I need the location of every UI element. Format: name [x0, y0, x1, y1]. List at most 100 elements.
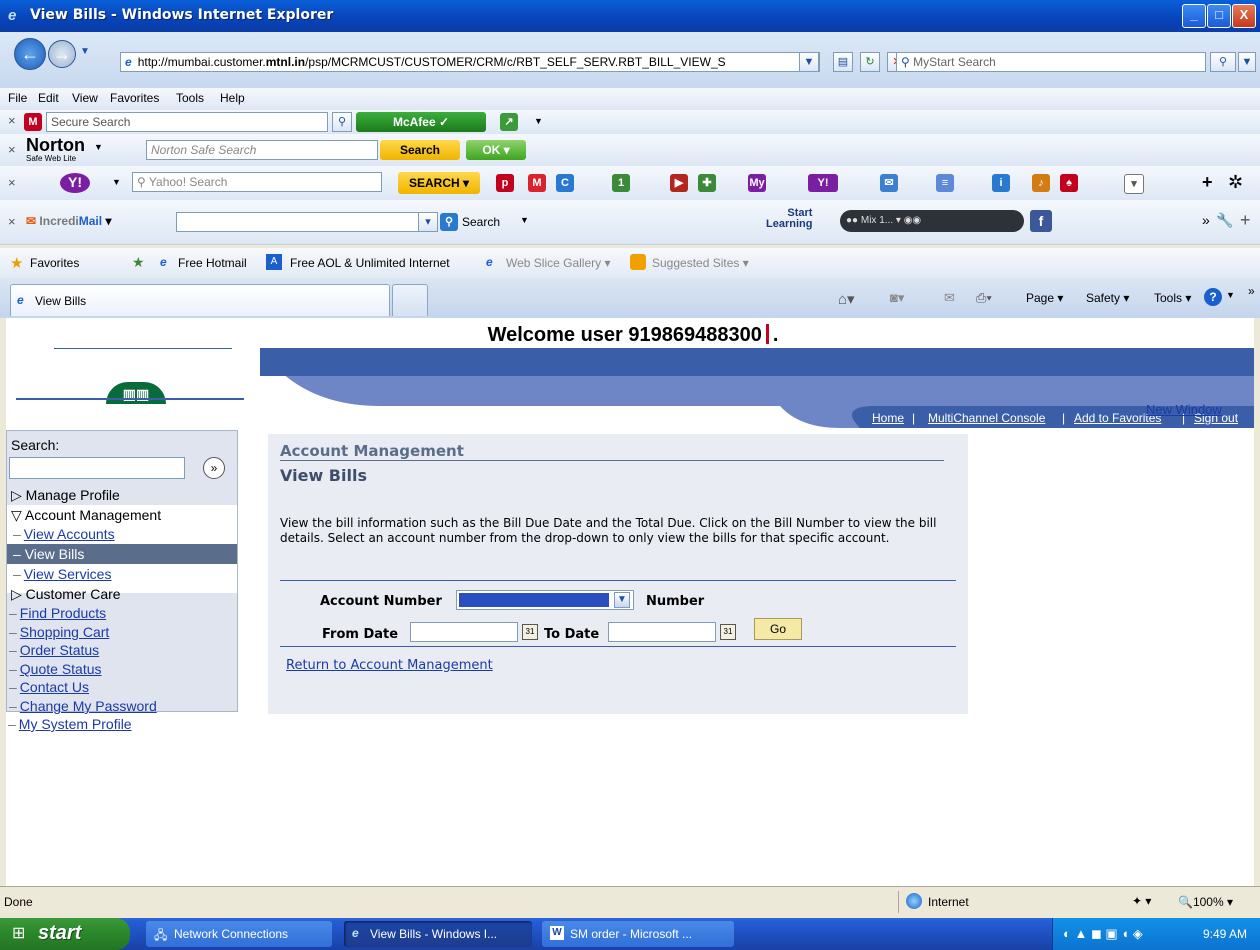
pocket-icon[interactable]: p — [496, 174, 514, 192]
tray-icons[interactable]: ◐ ▲ ◼ ▣ ◖ ◈ — [1063, 926, 1143, 942]
feeds-icon[interactable]: ◙▾ — [890, 290, 904, 306]
zoom-button[interactable]: 🔍100% ▾ — [1178, 895, 1233, 909]
menu-view[interactable]: View — [72, 91, 98, 105]
fav-free-aol[interactable]: Free AOL & Unlimited Internet — [290, 256, 450, 270]
yahoo-icon[interactable]: Y! — [808, 174, 838, 192]
search-options-icon[interactable]: ▼ — [1238, 52, 1256, 72]
secure-search-icon[interactable]: ⚲ — [332, 112, 352, 132]
norton-search-input[interactable]: Norton Safe Search — [146, 140, 378, 160]
chevron-right-icon[interactable]: » — [1248, 284, 1255, 298]
sidebar-item-view-accounts[interactable]: View Accounts — [13, 526, 115, 542]
taskbar-item-view-bills[interactable]: e View Bills - Windows I... — [344, 921, 532, 947]
menu-tools[interactable]: Tools — [176, 91, 204, 105]
weather-icon[interactable]: i — [992, 174, 1010, 192]
norton-ok-button[interactable]: OK ▾ — [466, 140, 526, 160]
help-dropdown-icon[interactable]: ▼ — [1226, 290, 1235, 300]
secure-search-input[interactable]: Secure Search — [46, 112, 328, 132]
account-number-select[interactable]: ▼ — [456, 590, 634, 610]
compatibility-view-icon[interactable]: ▤ — [833, 52, 853, 72]
news-icon[interactable]: ≡ — [936, 174, 954, 192]
incredimail-search-input[interactable] — [176, 212, 436, 232]
close-toolbar-icon[interactable]: × — [8, 113, 16, 128]
fav-web-slice-gallery[interactable]: Web Slice Gallery ▾ — [506, 256, 611, 270]
close-toolbar-icon[interactable]: × — [8, 214, 16, 229]
facebook-icon[interactable]: f — [1030, 210, 1052, 232]
back-button[interactable]: ← — [14, 38, 46, 70]
search-dropdown-icon[interactable]: ▼ — [520, 215, 529, 225]
add-icon[interactable]: + — [1240, 210, 1251, 231]
sidebar-item-contact-us[interactable]: Contact Us — [9, 679, 89, 695]
sidebar-item-find-products[interactable]: Find Products — [9, 605, 106, 621]
start-button[interactable]: ⊞ start — [0, 918, 130, 950]
yahoo-search-button[interactable]: SEARCH ▾ — [398, 172, 480, 194]
calendar-icon[interactable]: 31 — [522, 624, 538, 640]
to-date-input[interactable] — [608, 622, 716, 642]
menu-favorites[interactable]: Favorites — [110, 91, 159, 105]
bookmark-icon[interactable]: ✚ — [698, 174, 716, 192]
sidebar-item-order-status[interactable]: Order Status — [9, 642, 99, 658]
go-button[interactable]: Go — [754, 618, 802, 640]
help-icon[interactable]: ? — [1204, 288, 1222, 306]
sidebar-item-change-password[interactable]: Change My Password — [9, 698, 157, 714]
yahoo-search-input[interactable]: ⚲ Yahoo! Search — [132, 172, 382, 192]
sidebar-item-system-profile[interactable]: My System Profile — [8, 716, 132, 732]
envelope-icon[interactable]: ✉ — [880, 174, 898, 192]
mcafee-dropdown-icon[interactable]: ▼ — [534, 116, 543, 126]
gear-icon[interactable]: ✲ — [1228, 172, 1243, 193]
calendar-icon[interactable]: 31 — [720, 624, 736, 640]
sidebar-item-view-bills[interactable]: – View Bills — [13, 546, 84, 562]
minimize-button[interactable]: _ — [1182, 4, 1206, 28]
menu-file[interactable]: File — [8, 91, 27, 105]
close-button[interactable]: X — [1232, 4, 1256, 28]
protected-mode-icon[interactable]: ✦ ▾ — [1132, 894, 1151, 908]
my-yahoo-icon[interactable]: My — [748, 174, 766, 192]
sidebar-item-view-services[interactable]: View Services — [13, 566, 112, 582]
search-go-button[interactable]: » — [203, 457, 225, 479]
tab-view-bills[interactable]: e View Bills — [10, 284, 390, 316]
yahoo-logo-icon[interactable]: Y! — [60, 173, 90, 193]
maximize-button[interactable]: □ — [1207, 4, 1231, 28]
music-player[interactable]: ●● Mix 1... ▾ ◉◉ — [840, 210, 1024, 232]
add-favorite-icon[interactable]: ★ — [132, 254, 145, 271]
norton-search-button[interactable]: Search — [380, 140, 460, 160]
read-mail-icon[interactable]: ✉ — [944, 290, 955, 306]
home-link[interactable]: Home — [872, 411, 904, 425]
chevron-down-icon[interactable]: ▼ — [614, 592, 630, 608]
taskbar-item-network-connections[interactable]: 🖧 Network Connections — [146, 921, 332, 947]
chevron-right-icon[interactable]: » — [1202, 212, 1210, 228]
fav-suggested-sites[interactable]: Suggested Sites ▾ — [652, 256, 749, 270]
sidebar-item-quote-status[interactable]: Quote Status — [9, 661, 102, 677]
play-icon[interactable]: ●● — [846, 215, 858, 226]
calendar-icon[interactable]: 1 — [612, 174, 630, 192]
norton-dropdown-icon[interactable]: ▼ — [94, 142, 103, 152]
yahoo-dropdown-icon[interactable]: ▼ — [112, 177, 121, 187]
mail-icon[interactable]: M — [528, 174, 546, 192]
menu-edit[interactable]: Edit — [38, 91, 59, 105]
incredimail-logo[interactable]: ✉ IncrediMail ▾ — [26, 214, 111, 228]
mcafee-button[interactable]: McAfee ✓ — [356, 112, 486, 132]
wrench-icon[interactable]: 🔧 — [1216, 212, 1233, 229]
return-to-account-management-link[interactable]: Return to Account Management — [286, 658, 493, 673]
new-window-link[interactable]: New Window — [1146, 402, 1222, 417]
fav-free-hotmail[interactable]: Free Hotmail — [178, 256, 247, 270]
address-dropdown-icon[interactable]: ▼ — [799, 52, 819, 72]
sidebar-item-customer-care[interactable]: ▷ Customer Care — [11, 586, 121, 603]
start-learning-button[interactable]: Start Learning — [766, 208, 812, 230]
close-toolbar-icon[interactable]: × — [8, 175, 16, 190]
volume-icon[interactable]: ◉◉ — [904, 215, 921, 226]
sidebar-item-shopping-cart[interactable]: Shopping Cart — [9, 624, 110, 640]
forward-button[interactable]: → — [48, 40, 76, 68]
safety-menu[interactable]: Safety ▾ — [1086, 291, 1129, 305]
more-icon[interactable]: ▾ — [1124, 174, 1144, 194]
history-dropdown-icon[interactable]: ▼ — [80, 46, 90, 57]
sidebar-search-input[interactable] — [9, 457, 185, 479]
close-toolbar-icon[interactable]: × — [8, 142, 16, 157]
multichannel-console-link[interactable]: MultiChannel Console — [928, 411, 1045, 425]
from-date-input[interactable] — [410, 622, 518, 642]
taskbar-item-sm-order[interactable]: W SM order - Microsoft ... — [542, 921, 734, 947]
scrollbar[interactable] — [1254, 318, 1260, 886]
title-bar[interactable]: e View Bills - Windows Internet Explorer… — [0, 0, 1260, 32]
home-icon[interactable]: ⌂▾ — [838, 290, 855, 308]
mcafee-share-icon[interactable]: ↗ — [500, 113, 518, 131]
print-icon[interactable]: ⎙▾ — [976, 290, 992, 306]
